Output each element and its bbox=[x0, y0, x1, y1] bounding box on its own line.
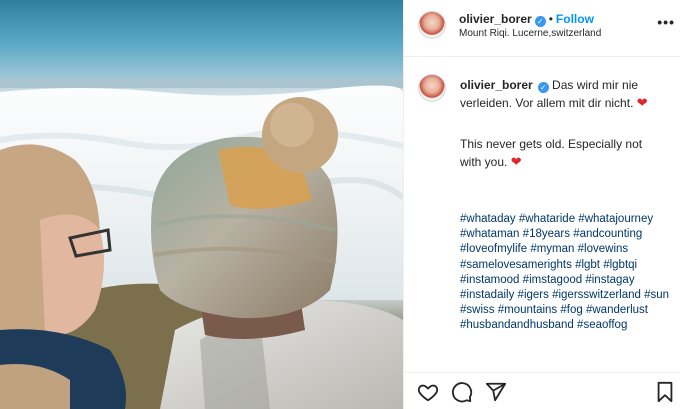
hashtag-link[interactable]: #fog bbox=[560, 304, 582, 316]
follow-button[interactable]: Follow bbox=[556, 12, 594, 26]
hashtag-link[interactable]: #seaoffog bbox=[577, 319, 627, 331]
bookmark-icon[interactable] bbox=[654, 381, 676, 403]
hashtag-link[interactable]: #wanderlust bbox=[586, 304, 648, 316]
post-photo[interactable] bbox=[0, 0, 403, 409]
hashtag-link[interactable]: #igersswitzerland bbox=[552, 289, 641, 301]
heart-icon[interactable] bbox=[417, 381, 439, 403]
hashtag-link[interactable]: #andcounting bbox=[573, 228, 642, 240]
hashtag-link[interactable]: #lovewins bbox=[578, 243, 629, 255]
hashtag-list: #whataday #whataride #whatajourney #what… bbox=[460, 212, 675, 334]
hashtag-link[interactable]: #igers bbox=[518, 289, 549, 301]
header-user-line: olivier_borer ✓ • Follow bbox=[459, 12, 594, 27]
verified-badge-icon: ✓ bbox=[534, 16, 546, 27]
hashtag-link[interactable]: #mountains bbox=[498, 304, 557, 316]
hashtag-link[interactable]: #whataday bbox=[460, 213, 516, 225]
username-link[interactable]: olivier_borer bbox=[459, 12, 532, 26]
hashtag-link[interactable]: #instagay bbox=[585, 274, 634, 286]
more-options-icon[interactable]: ••• bbox=[657, 14, 675, 30]
hashtag-link[interactable]: #whatajourney bbox=[578, 213, 653, 225]
hashtag-link[interactable]: #instadaily bbox=[460, 289, 514, 301]
hashtag-link[interactable]: #myman bbox=[530, 243, 574, 255]
hashtag-link[interactable]: #whataman bbox=[460, 228, 519, 240]
caption-username-link[interactable]: olivier_borer bbox=[460, 78, 533, 92]
translation-text: This never gets old. Especially not with… bbox=[460, 137, 643, 169]
share-icon[interactable] bbox=[485, 381, 507, 403]
caption-avatar[interactable] bbox=[418, 74, 446, 102]
comment-icon[interactable] bbox=[451, 381, 473, 403]
hashtag-link[interactable]: #sun bbox=[644, 289, 669, 301]
hashtag-link[interactable]: #samelovesamerights bbox=[460, 259, 572, 271]
action-bar bbox=[404, 372, 680, 409]
red-heart-icon: ❤ bbox=[636, 95, 648, 110]
red-heart-icon: ❤ bbox=[510, 154, 522, 169]
caption-translation: This never gets old. Especially not with… bbox=[460, 136, 665, 171]
post-caption: olivier_borer ✓ Das wird mir nie verleide… bbox=[460, 77, 670, 112]
separator-dot: • bbox=[548, 12, 553, 26]
hashtag-link[interactable]: #husbandandhusband bbox=[460, 319, 574, 331]
post-side-panel: olivier_borer ✓ • Follow Mount Riqi. Lucern… bbox=[403, 0, 680, 409]
hashtag-link[interactable]: #instamood bbox=[460, 274, 519, 286]
hashtag-link[interactable]: #lgbtqi bbox=[603, 259, 637, 271]
hashtag-link[interactable]: #whataride bbox=[519, 213, 575, 225]
photo-illustration bbox=[0, 78, 403, 409]
hashtag-link[interactable]: #lgbt bbox=[575, 259, 600, 271]
hashtag-link[interactable]: #imstagood bbox=[523, 274, 582, 286]
hashtag-link[interactable]: #swiss bbox=[460, 304, 495, 316]
hashtag-link[interactable]: #18years bbox=[523, 228, 570, 240]
post-header: olivier_borer ✓ • Follow Mount Riqi. Lucern… bbox=[404, 0, 680, 57]
verified-badge-icon: ✓ bbox=[537, 82, 549, 93]
avatar[interactable] bbox=[418, 11, 446, 39]
location-link[interactable]: Mount Riqi. Lucerne,switzerland bbox=[459, 28, 601, 39]
hashtag-link[interactable]: #loveofmylife bbox=[460, 243, 527, 255]
